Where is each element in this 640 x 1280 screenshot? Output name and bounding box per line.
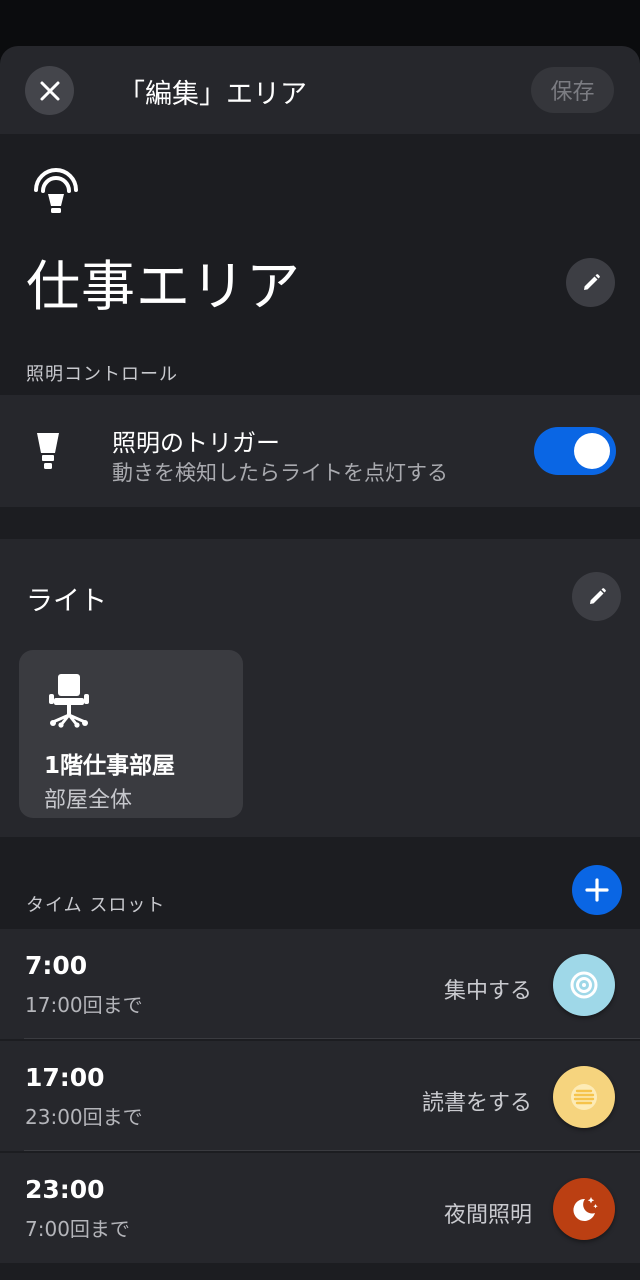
slot-scene: 集中する (443, 979, 532, 1004)
time-slots-label: タイム スロット (26, 895, 166, 916)
slot-scene: 読書をする (421, 1091, 532, 1116)
slot-until: 17:00回まで (25, 993, 143, 1017)
add-time-slot-button[interactable] (572, 865, 622, 915)
trigger-toggle[interactable] (534, 427, 616, 475)
office-chair-icon (49, 674, 89, 728)
room-card[interactable]: 1階仕事部屋 部屋全体 (19, 650, 243, 818)
edit-lights-button[interactable] (572, 572, 621, 621)
close-icon (40, 81, 59, 100)
slot-scene: 夜間照明 (443, 1203, 532, 1228)
moon-stars-icon (573, 1197, 598, 1221)
slot-time: 17:00 (25, 1063, 105, 1092)
save-button[interactable]: 保存 (531, 67, 614, 113)
area-name: 仕事エリア (26, 255, 301, 318)
trigger-title: 照明のトリガー (112, 429, 280, 457)
divider (24, 1038, 640, 1039)
edit-area-sheet: 「編集」エリア 保存 仕事エリア 照明コントロール 照明のトリガー 動きを検知し… (0, 46, 640, 1280)
lighting-control-label: 照明コントロール (26, 364, 178, 385)
scene-read-button[interactable] (553, 1066, 615, 1128)
edit-area-name-button[interactable] (566, 258, 615, 307)
pencil-icon (589, 587, 606, 604)
lines-icon (571, 1084, 597, 1110)
room-name: 1階仕事部屋 (44, 753, 176, 779)
slot-time: 7:00 (25, 951, 88, 980)
scene-focus-button[interactable] (553, 954, 615, 1016)
scene-night-button[interactable] (553, 1178, 615, 1240)
room-subtitle: 部屋全体 (44, 788, 133, 813)
pencil-icon (583, 273, 600, 290)
divider (24, 1150, 640, 1151)
page-title: 「編集」エリア (118, 79, 307, 110)
toggle-knob (574, 433, 610, 469)
slot-until: 7:00回まで (25, 1217, 130, 1241)
lights-section: ライト 1階仕事部屋 部屋全体 (0, 539, 640, 837)
time-slot-row[interactable]: 7:00 17:00回まで 集中する (0, 929, 640, 1039)
concentric-circles-icon (570, 971, 598, 999)
close-button[interactable] (25, 66, 74, 115)
top-bar: 「編集」エリア 保存 (0, 46, 640, 134)
time-slot-row[interactable]: 17:00 23:00回まで 読書をする (0, 1041, 640, 1151)
slot-time: 23:00 (25, 1175, 105, 1204)
plus-icon (585, 878, 609, 902)
lighting-trigger-row[interactable]: 照明のトリガー 動きを検知したらライトを点灯する (0, 395, 640, 507)
time-slot-row[interactable]: 23:00 7:00回まで 夜間照明 (0, 1153, 640, 1263)
area-sensor-icon (34, 168, 78, 213)
lights-title: ライト (26, 586, 107, 617)
slot-until: 23:00回まで (25, 1105, 143, 1129)
trigger-subtitle: 動きを検知したらライトを点灯する (112, 461, 448, 485)
bulb-icon (37, 433, 59, 469)
